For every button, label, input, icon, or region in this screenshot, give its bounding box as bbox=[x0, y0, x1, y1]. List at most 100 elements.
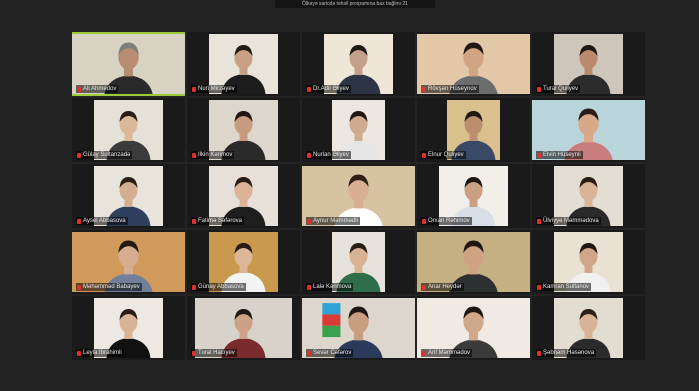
participant-tile[interactable]: Aynur Məmmədli bbox=[302, 164, 415, 228]
muted-mic-icon bbox=[192, 152, 196, 158]
participant-tile[interactable]: Elnur Quliyev bbox=[417, 98, 530, 162]
participant-name: Nuri Mirzəyev bbox=[198, 86, 235, 92]
participant-name: Ali Ahmedov bbox=[83, 86, 117, 92]
participant-tile[interactable]: Ülviyyə Məmmədova bbox=[532, 164, 645, 228]
participant-nameplate: Fatimə Səfərova bbox=[191, 217, 245, 225]
flag-stripe bbox=[322, 303, 341, 315]
gallery-view-grid: Ali Ahmedov Nuri Mirzəyev Dr.Adil Əliyev Rö… bbox=[72, 32, 645, 360]
participant-name: Orxan Rəhimov bbox=[428, 218, 470, 224]
participant-name: Fatimə Səfərova bbox=[198, 218, 243, 224]
participant-name: Kamran Sultanov bbox=[543, 284, 590, 290]
participant-name: Lalə Kərimova bbox=[313, 284, 352, 290]
muted-mic-icon bbox=[422, 152, 426, 158]
participant-name: Aysel Abbasova bbox=[83, 218, 126, 224]
participant-tile[interactable]: Sevər Cəfərov bbox=[302, 296, 415, 360]
participant-nameplate: Günay Abbasova bbox=[191, 283, 246, 291]
participant-nameplate: Ilkin Kərimov bbox=[191, 151, 235, 159]
participant-tile[interactable]: Şəbnəm Həsənova bbox=[532, 296, 645, 360]
participant-name: Ilkin Kərimov bbox=[198, 152, 233, 158]
meeting-title-banner: Ölkəyə xaricdə təhsil proqramına bax bağ… bbox=[275, 0, 435, 8]
participant-name: Tural Quliyev bbox=[543, 86, 579, 92]
participant-tile[interactable]: Nuri Mirzəyev bbox=[187, 32, 300, 96]
participant-name: Elvin Hüseynli bbox=[543, 152, 581, 158]
participant-nameplate: Lalə Kərimova bbox=[306, 283, 354, 291]
muted-mic-icon bbox=[192, 218, 196, 224]
participant-nameplate: Arif Məmmədov bbox=[421, 349, 473, 357]
muted-mic-icon bbox=[537, 152, 541, 158]
muted-mic-icon bbox=[77, 218, 81, 224]
flag-stripe bbox=[322, 325, 341, 338]
muted-mic-icon bbox=[192, 86, 196, 92]
participant-nameplate: Orxan Rəhimov bbox=[421, 217, 472, 225]
participant-tile[interactable]: Gülay Sultanzadə bbox=[72, 98, 185, 162]
muted-mic-icon bbox=[77, 86, 81, 92]
muted-mic-icon bbox=[422, 284, 426, 290]
participant-tile[interactable]: Lalə Kərimova bbox=[302, 230, 415, 294]
participant-name: Elnur Quliyev bbox=[428, 152, 464, 158]
muted-mic-icon bbox=[77, 152, 81, 158]
participant-tile[interactable]: Ilkin Kərimov bbox=[187, 98, 300, 162]
participant-tile[interactable]: Dr.Adil Əliyev bbox=[302, 32, 415, 96]
muted-mic-icon bbox=[77, 350, 81, 356]
participant-name: Dr.Adil Əliyev bbox=[313, 86, 349, 92]
participant-name: Aynur Məmmədli bbox=[313, 218, 358, 224]
muted-mic-icon bbox=[537, 350, 541, 356]
participant-nameplate: Ülviyyə Məmmədova bbox=[536, 217, 601, 225]
muted-mic-icon bbox=[537, 86, 541, 92]
muted-mic-icon bbox=[307, 86, 311, 92]
participant-name: Şəbnəm Həsənova bbox=[543, 350, 595, 356]
participant-nameplate: Məhəmməd Babayev bbox=[76, 283, 142, 291]
participant-name: Rövşən Hüseynov bbox=[428, 86, 477, 92]
muted-mic-icon bbox=[77, 284, 81, 290]
participant-tile[interactable]: Günay Abbasova bbox=[187, 230, 300, 294]
participant-tile[interactable]: Aysel Abbasova bbox=[72, 164, 185, 228]
muted-mic-icon bbox=[307, 284, 311, 290]
participant-nameplate: Dr.Adil Əliyev bbox=[306, 85, 351, 93]
participant-tile[interactable]: Kamran Sultanov bbox=[532, 230, 645, 294]
participant-nameplate: Ali Ahmedov bbox=[76, 85, 119, 93]
participant-name: Arif Məmmədov bbox=[428, 350, 471, 356]
participant-tile[interactable]: Anar Heydər bbox=[417, 230, 530, 294]
participant-nameplate: Leyla İbrahimli bbox=[76, 349, 124, 357]
participant-tile[interactable]: Nurlan Əliyev bbox=[302, 98, 415, 162]
participant-nameplate: Anar Heydər bbox=[421, 283, 464, 291]
participant-tile[interactable]: Rövşən Hüseynov bbox=[417, 32, 530, 96]
participant-nameplate: Elnur Quliyev bbox=[421, 151, 466, 159]
muted-mic-icon bbox=[422, 218, 426, 224]
participant-name: Tural Hacıyev bbox=[198, 350, 235, 356]
participant-nameplate: Kamran Sultanov bbox=[536, 283, 592, 291]
participant-nameplate: Sevər Cəfərov bbox=[306, 349, 354, 357]
participant-name: Sevər Cəfərov bbox=[313, 350, 352, 356]
participant-nameplate: Aysel Abbasova bbox=[76, 217, 128, 225]
participant-nameplate: Tural Quliyev bbox=[536, 85, 581, 93]
participant-tile[interactable]: Elvin Hüseynli bbox=[532, 98, 645, 162]
participant-name: Ülviyyə Məmmədova bbox=[543, 218, 599, 224]
flag-stripe bbox=[322, 314, 341, 326]
participant-nameplate: Elvin Hüseynli bbox=[536, 151, 583, 159]
participant-tile[interactable]: Məhəmməd Babayev bbox=[72, 230, 185, 294]
participant-name: Günay Abbasova bbox=[198, 284, 244, 290]
participant-tile[interactable]: Tural Quliyev bbox=[532, 32, 645, 96]
participant-name: Məhəmməd Babayev bbox=[83, 284, 140, 290]
participant-nameplate: Aynur Məmmədli bbox=[306, 217, 360, 225]
participant-tile[interactable]: Orxan Rəhimov bbox=[417, 164, 530, 228]
participant-name: Nurlan Əliyev bbox=[313, 152, 349, 158]
participant-tile[interactable]: Leyla İbrahimli bbox=[72, 296, 185, 360]
participant-nameplate: Nurlan Əliyev bbox=[306, 151, 351, 159]
participant-tile[interactable]: Arif Məmmədov bbox=[417, 296, 530, 360]
participant-tile[interactable]: Ali Ahmedov bbox=[72, 32, 185, 96]
muted-mic-icon bbox=[307, 218, 311, 224]
participant-name: Leyla İbrahimli bbox=[83, 350, 122, 356]
participant-tile[interactable]: Tural Hacıyev bbox=[187, 296, 300, 360]
muted-mic-icon bbox=[537, 284, 541, 290]
muted-mic-icon bbox=[307, 350, 311, 356]
muted-mic-icon bbox=[537, 218, 541, 224]
participant-tile[interactable]: Fatimə Səfərova bbox=[187, 164, 300, 228]
muted-mic-icon bbox=[192, 284, 196, 290]
participant-name: Gülay Sultanzadə bbox=[83, 152, 131, 158]
participant-name: Anar Heydər bbox=[428, 284, 462, 290]
participant-nameplate: Tural Hacıyev bbox=[191, 349, 237, 357]
participant-nameplate: Nuri Mirzəyev bbox=[191, 85, 237, 93]
muted-mic-icon bbox=[422, 86, 426, 92]
participant-nameplate: Şəbnəm Həsənova bbox=[536, 349, 597, 357]
